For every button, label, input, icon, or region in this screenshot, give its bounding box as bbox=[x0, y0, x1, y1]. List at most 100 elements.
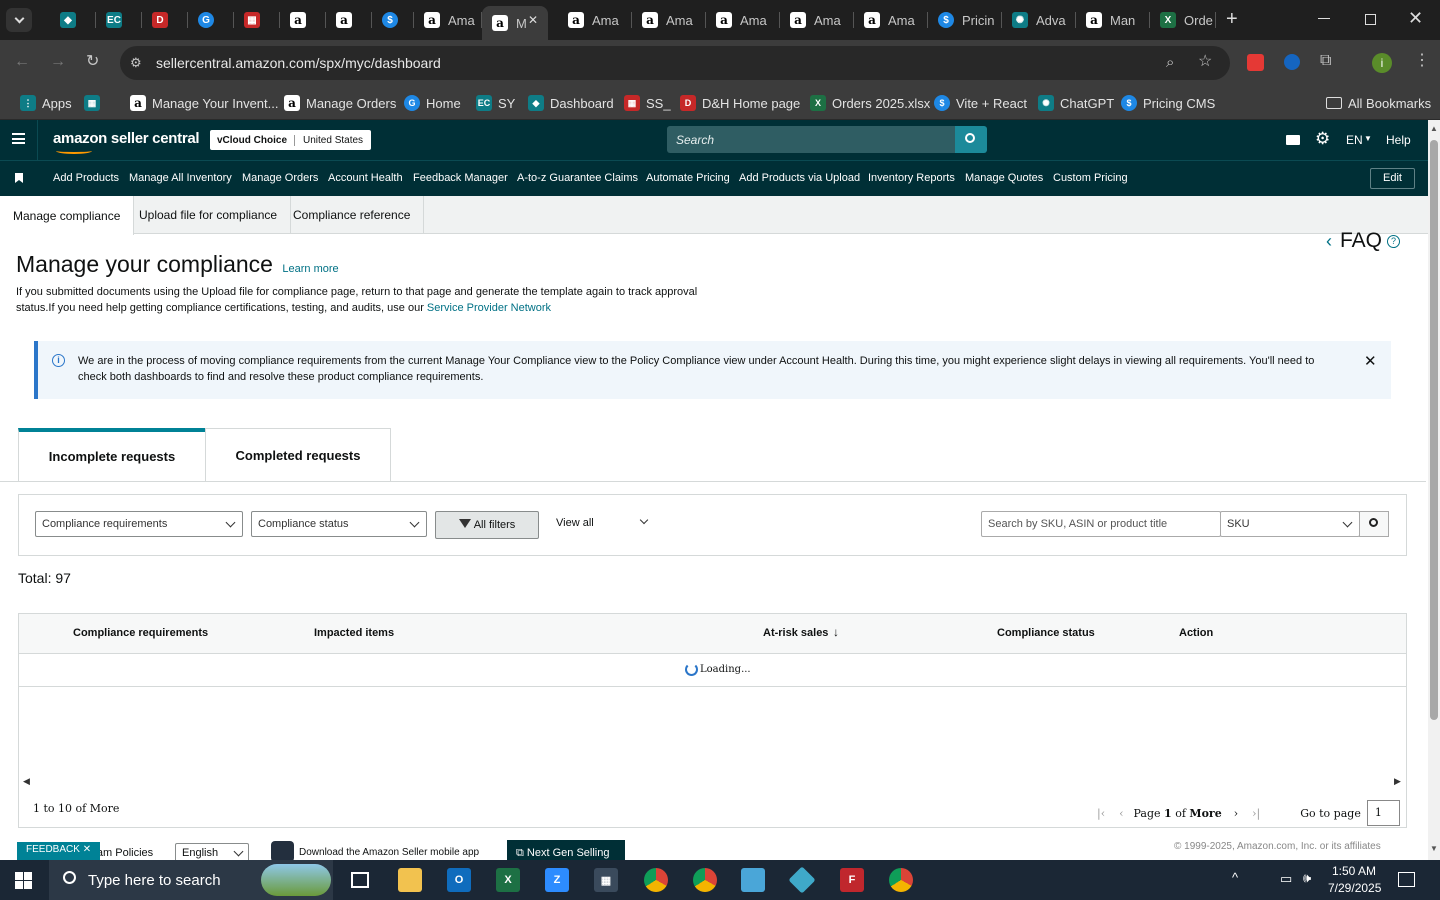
excel-icon[interactable]: X bbox=[496, 868, 520, 892]
nav-link[interactable]: Add Products bbox=[53, 172, 119, 184]
browser-tab[interactable]: X Orde bbox=[1150, 6, 1216, 34]
product-search-button[interactable] bbox=[1359, 511, 1389, 537]
notepad-icon[interactable] bbox=[741, 868, 765, 892]
goto-page-input[interactable]: 1 bbox=[1366, 800, 1400, 826]
filezilla-icon[interactable]: F bbox=[840, 868, 864, 892]
browser-tab[interactable]: a Man bbox=[1076, 6, 1150, 34]
nav-link[interactable]: Account Health bbox=[328, 172, 403, 184]
compliance-requirements-select[interactable]: Compliance requirements bbox=[35, 511, 243, 537]
mail-icon[interactable] bbox=[1286, 135, 1300, 145]
extension-blue-icon[interactable] bbox=[1284, 54, 1300, 70]
nav-link[interactable]: A-to-z Guarantee Claims bbox=[517, 172, 638, 184]
compliance-status-select[interactable]: Compliance status bbox=[251, 511, 427, 537]
taskbar-search-box[interactable]: Type here to search bbox=[49, 860, 333, 900]
bookmark-item[interactable]: ▦ bbox=[84, 93, 106, 113]
url-text[interactable]: sellercentral.amazon.com/spx/myc/dashboa… bbox=[156, 55, 441, 71]
browser-tab[interactable]: a Ama bbox=[414, 6, 482, 34]
mobile-app-link[interactable]: Download the Amazon Seller mobile app bbox=[299, 847, 479, 858]
site-info-icon[interactable]: ⚙ bbox=[130, 55, 142, 71]
zoom-app-icon[interactable]: Z bbox=[545, 868, 569, 892]
new-tab-button[interactable]: + bbox=[1226, 8, 1238, 30]
bookmark-item[interactable]: X Orders 2025.xlsx bbox=[810, 93, 930, 113]
browser-tab[interactable]: ▦ bbox=[234, 6, 280, 34]
column-impacted-items[interactable]: Impacted items bbox=[314, 627, 394, 639]
menu-dots-icon[interactable]: ⋮ bbox=[1414, 53, 1430, 69]
language-selector[interactable]: EN bbox=[1346, 133, 1363, 147]
browser-tab[interactable]: EC bbox=[96, 6, 142, 34]
tab-incomplete-requests[interactable]: Incomplete requests bbox=[18, 428, 206, 481]
bookmark-item[interactable]: ⋮ Apps bbox=[20, 93, 72, 113]
clock-date[interactable]: 7/29/2025 bbox=[1328, 881, 1381, 895]
column-compliance-requirements[interactable]: Compliance requirements bbox=[73, 627, 208, 639]
windows-start-icon[interactable] bbox=[15, 872, 32, 889]
all-bookmarks[interactable]: All Bookmarks bbox=[1326, 93, 1431, 113]
zoom-icon[interactable]: ⌕ bbox=[1166, 55, 1174, 71]
back-icon[interactable]: ← bbox=[14, 54, 30, 70]
reload-icon[interactable]: ↻ bbox=[86, 54, 99, 70]
notification-icon[interactable] bbox=[1398, 872, 1415, 887]
page-scrollbar[interactable]: ▲ ▼ bbox=[1428, 120, 1440, 860]
scroll-down-icon[interactable]: ▼ bbox=[1430, 844, 1438, 853]
profile-avatar[interactable]: i bbox=[1372, 53, 1392, 73]
scroll-right-icon[interactable]: ▶ bbox=[1394, 776, 1401, 787]
browser-tab[interactable]: a M ✕ bbox=[482, 6, 548, 40]
bookmark-item[interactable]: G Home bbox=[404, 93, 461, 113]
service-provider-link[interactable]: Service Provider Network bbox=[427, 302, 551, 314]
clock-time[interactable]: 1:50 AM bbox=[1332, 864, 1376, 878]
nav-link[interactable]: Manage Quotes bbox=[965, 172, 1043, 184]
browser-tab[interactable]: a bbox=[280, 6, 326, 34]
browser-tab[interactable]: a Ama bbox=[780, 6, 854, 34]
nav-link[interactable]: Manage Orders bbox=[242, 172, 318, 184]
next-gen-selling-button[interactable]: ⧉ Next Gen Selling bbox=[507, 840, 625, 862]
gear-icon[interactable]: ⚙ bbox=[1315, 129, 1330, 149]
nav-link[interactable]: Add Products via Upload bbox=[739, 172, 860, 184]
calculator-icon[interactable]: ▦ bbox=[594, 868, 618, 892]
file-explorer-icon[interactable] bbox=[398, 868, 422, 892]
close-window-button[interactable]: ✕ bbox=[1408, 8, 1423, 29]
header-search-button[interactable] bbox=[955, 126, 987, 153]
browser-tab[interactable]: $ Pricin bbox=[928, 6, 1002, 34]
nav-link[interactable]: Feedback Manager bbox=[413, 172, 508, 184]
browser-tab[interactable]: a bbox=[326, 6, 372, 34]
account-switcher-box[interactable]: vCloud Choice United States bbox=[210, 130, 372, 150]
bookmark-item[interactable]: $ Vite + React bbox=[934, 93, 1027, 113]
header-search-input[interactable]: Search bbox=[667, 126, 955, 153]
browser-tab[interactable]: a Ama bbox=[558, 6, 632, 34]
sort-down-icon[interactable]: ↓ bbox=[833, 625, 839, 639]
browser-tab[interactable]: ✺ Adva bbox=[1002, 6, 1076, 34]
close-banner-icon[interactable]: ✕ bbox=[1364, 352, 1377, 370]
amazon-logo[interactable]: amazon seller central bbox=[53, 130, 200, 147]
scrollbar-thumb[interactable] bbox=[1430, 140, 1438, 720]
volume-icon[interactable]: 🕪 bbox=[1303, 870, 1311, 886]
address-bar[interactable]: ⚙ sellercentral.amazon.com/spx/myc/dashb… bbox=[120, 46, 1230, 80]
learn-more-link[interactable]: Learn more bbox=[282, 263, 338, 275]
edit-nav-button[interactable]: Edit bbox=[1370, 168, 1415, 189]
column-at-risk-sales[interactable]: At-risk sales bbox=[763, 627, 828, 639]
bookmark-icon[interactable] bbox=[15, 173, 23, 183]
nav-link[interactable]: Manage All Inventory bbox=[129, 172, 232, 184]
first-page-icon[interactable]: |‹ bbox=[1097, 807, 1105, 820]
chrome-icon[interactable] bbox=[644, 868, 668, 892]
view-all-select[interactable]: View all bbox=[556, 517, 594, 529]
bookmark-item[interactable]: EC SY bbox=[476, 93, 515, 113]
nav-link[interactable]: Custom Pricing bbox=[1053, 172, 1128, 184]
browser-tab[interactable]: a Ama bbox=[706, 6, 780, 34]
forward-icon[interactable]: → bbox=[50, 54, 66, 70]
app-diamond-icon[interactable] bbox=[788, 866, 816, 894]
nav-link[interactable]: Automate Pricing bbox=[646, 172, 730, 184]
nav-link[interactable]: Inventory Reports bbox=[868, 172, 955, 184]
restore-button[interactable] bbox=[1365, 14, 1376, 25]
browser-tab[interactable]: G bbox=[188, 6, 234, 34]
outlook-icon[interactable]: O bbox=[447, 868, 471, 892]
next-page-icon[interactable]: › bbox=[1234, 807, 1238, 820]
all-filters-button[interactable]: All filters bbox=[435, 511, 539, 539]
browser-tab[interactable]: a Ama bbox=[632, 6, 706, 34]
task-view-icon[interactable] bbox=[351, 872, 369, 888]
browser-tab[interactable]: D bbox=[142, 6, 188, 34]
bookmark-item[interactable]: ✺ ChatGPT bbox=[1038, 93, 1114, 113]
extensions-icon[interactable]: ⧉ bbox=[1320, 53, 1331, 69]
faq-link[interactable]: ‹ FAQ ? bbox=[1326, 229, 1401, 253]
subtab[interactable]: Compliance reference bbox=[280, 196, 425, 234]
tab-completed-requests[interactable]: Completed requests bbox=[205, 428, 391, 481]
last-page-icon[interactable]: ›| bbox=[1252, 807, 1260, 820]
